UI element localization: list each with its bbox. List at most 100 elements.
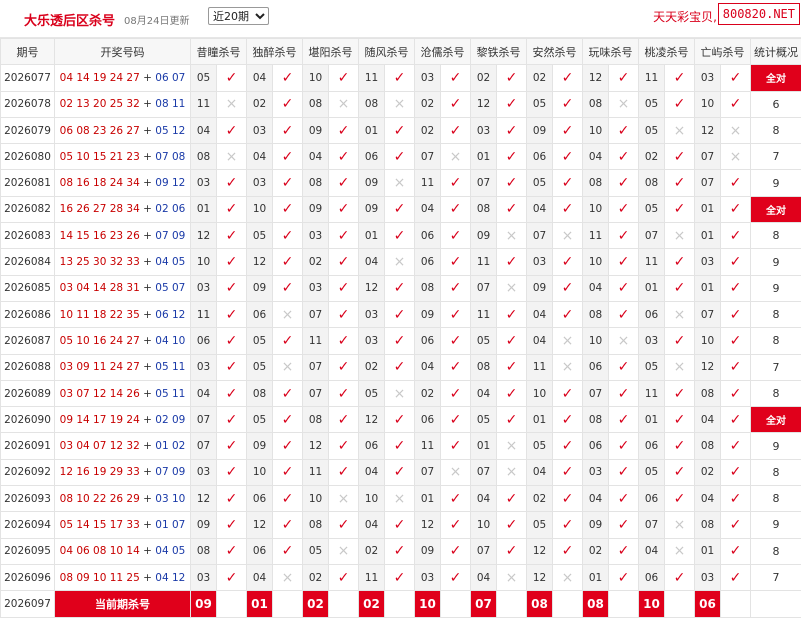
check-icon: ✓ [497, 538, 527, 564]
draw-numbers: 10 11 18 22 35 + 06 12 [55, 301, 191, 327]
kill-number: 09 [415, 538, 441, 564]
check-icon: ✓ [665, 564, 695, 590]
plus-separator: + [140, 230, 155, 242]
period-number: 2026088 [1, 354, 55, 380]
kill-number: 06 [639, 433, 665, 459]
check-icon: ✓ [441, 91, 471, 117]
check-icon: ✓ [553, 275, 583, 301]
check-icon: ✓ [609, 486, 639, 512]
kill-number: 09 [471, 223, 497, 249]
column-header: 沧儒杀号 [415, 39, 471, 65]
brand-text[interactable]: 天天彩宝贝, [653, 8, 717, 25]
check-icon: ✓ [497, 328, 527, 354]
current-kill-label: 当前期杀号 [55, 591, 191, 617]
check-icon: ✓ [217, 65, 247, 91]
kill-number: 03 [191, 354, 217, 380]
stat-summary: 8 [751, 459, 801, 485]
kill-number: 03 [695, 65, 721, 91]
kill-number: 08 [471, 196, 497, 222]
cross-icon: × [497, 459, 527, 485]
plus-separator: + [140, 177, 155, 189]
plus-separator: + [140, 545, 155, 557]
current-kill-blank [273, 591, 303, 617]
kill-number: 03 [583, 459, 609, 485]
check-icon: ✓ [441, 170, 471, 196]
kill-number: 04 [303, 144, 329, 170]
draw-numbers: 14 15 16 23 26 + 07 09 [55, 223, 191, 249]
current-kill-blank [217, 591, 247, 617]
current-kill-blank [329, 591, 359, 617]
check-icon: ✓ [553, 512, 583, 538]
kill-number: 09 [527, 275, 553, 301]
kill-number: 05 [247, 223, 273, 249]
kill-number: 03 [527, 249, 553, 275]
kill-number: 10 [527, 380, 553, 406]
front-numbers: 03 07 12 14 26 [60, 388, 140, 400]
kill-number: 09 [191, 512, 217, 538]
check-icon: ✓ [217, 380, 247, 406]
check-icon: ✓ [273, 249, 303, 275]
kill-number: 04 [471, 380, 497, 406]
kill-number: 11 [191, 91, 217, 117]
kill-number: 11 [303, 459, 329, 485]
plus-separator: + [140, 151, 155, 163]
kill-number: 05 [527, 91, 553, 117]
table-row: 202608314 15 16 23 26 + 07 0912✓05✓03✓01… [1, 223, 801, 249]
check-icon: ✓ [329, 328, 359, 354]
check-icon: ✓ [273, 196, 303, 222]
plus-separator: + [140, 361, 155, 373]
table-row: 202609103 04 07 12 32 + 01 0207✓09✓12✓06… [1, 433, 801, 459]
kill-number: 09 [583, 512, 609, 538]
cross-icon: × [385, 486, 415, 512]
back-numbers: 05 12 [155, 125, 185, 137]
kill-number: 05 [527, 512, 553, 538]
period-range-select[interactable]: 近20期 [208, 7, 269, 25]
kill-number: 09 [415, 301, 441, 327]
check-icon: ✓ [721, 328, 751, 354]
kill-number: 11 [639, 380, 665, 406]
kill-number: 07 [639, 512, 665, 538]
stat-summary: 全对 [751, 407, 801, 433]
cross-icon: × [553, 223, 583, 249]
check-icon: ✓ [441, 538, 471, 564]
table-header-row: 期号开奖号码昔瞳杀号独醉杀号堪阳杀号随风杀号沧儒杀号黎铁杀号安然杀号玩味杀号桃凌… [1, 39, 801, 65]
stat-summary: 9 [751, 170, 801, 196]
update-date: 08月24日更新 [124, 12, 189, 27]
kill-number: 11 [527, 354, 553, 380]
check-icon: ✓ [497, 512, 527, 538]
kill-number: 12 [359, 407, 385, 433]
check-icon: ✓ [273, 380, 303, 406]
kill-number: 05 [359, 380, 385, 406]
front-numbers: 04 14 19 24 27 [60, 72, 140, 84]
check-icon: ✓ [441, 65, 471, 91]
check-icon: ✓ [497, 301, 527, 327]
cross-icon: × [497, 433, 527, 459]
kill-number: 04 [471, 486, 497, 512]
kill-number: 10 [359, 486, 385, 512]
domain-badge[interactable]: 800820.NET [718, 3, 800, 25]
kill-number: 06 [359, 433, 385, 459]
kill-number: 05 [303, 538, 329, 564]
check-icon: ✓ [721, 301, 751, 327]
check-icon: ✓ [217, 301, 247, 327]
check-icon: ✓ [441, 301, 471, 327]
kill-number: 05 [527, 433, 553, 459]
stat-summary: 6 [751, 91, 801, 117]
kill-number: 11 [359, 564, 385, 590]
check-icon: ✓ [553, 249, 583, 275]
kill-number: 10 [303, 486, 329, 512]
column-header: 安然杀号 [527, 39, 583, 65]
draw-numbers: 05 14 15 17 33 + 01 07 [55, 512, 191, 538]
kill-number: 02 [415, 117, 441, 143]
kill-number: 05 [639, 196, 665, 222]
check-icon: ✓ [329, 459, 359, 485]
kill-number: 10 [303, 65, 329, 91]
plus-separator: + [140, 125, 155, 137]
check-icon: ✓ [385, 433, 415, 459]
draw-numbers: 09 14 17 19 24 + 02 09 [55, 407, 191, 433]
table-row: 202609405 14 15 17 33 + 01 0709✓12✓08✓04… [1, 512, 801, 538]
table-row: 202608005 10 15 21 23 + 07 0808×04✓04✓06… [1, 144, 801, 170]
table-row: 202608903 07 12 14 26 + 05 1104✓08✓07✓05… [1, 380, 801, 406]
period-number: 2026086 [1, 301, 55, 327]
check-icon: ✓ [385, 65, 415, 91]
